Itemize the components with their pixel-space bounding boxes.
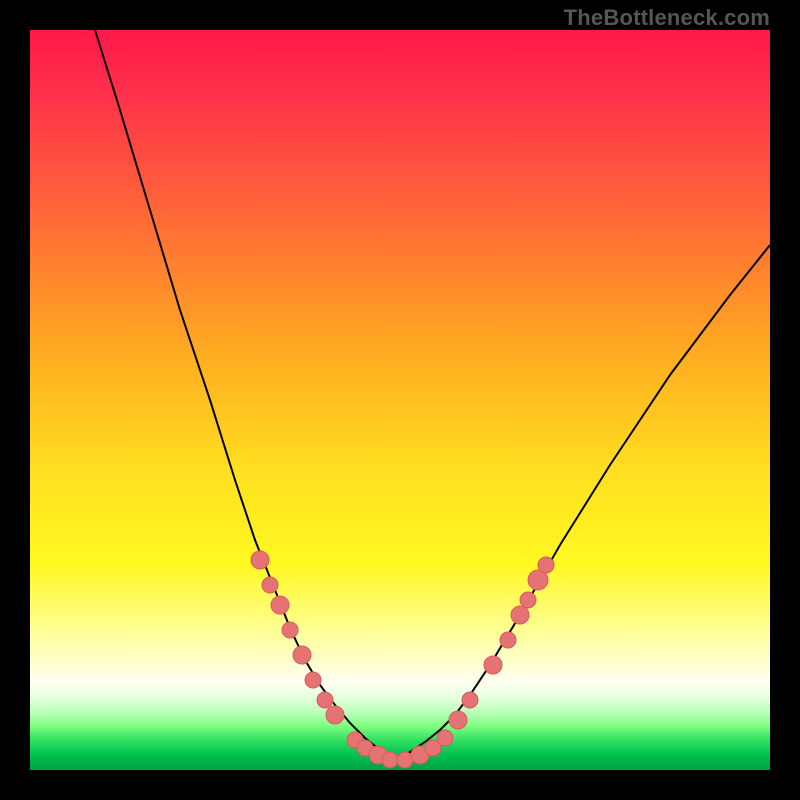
data-marker (293, 646, 311, 664)
right-curve (395, 245, 770, 760)
data-marker (484, 656, 502, 674)
watermark-text: TheBottleneck.com (564, 5, 770, 31)
marker-group (251, 551, 554, 768)
plot-area (30, 30, 770, 770)
data-marker (511, 606, 529, 624)
data-marker (282, 622, 298, 638)
data-marker (437, 730, 453, 746)
data-marker (271, 596, 289, 614)
data-marker (449, 711, 467, 729)
data-marker (538, 557, 554, 573)
data-marker (251, 551, 269, 569)
data-marker (500, 632, 516, 648)
data-marker (326, 706, 344, 724)
curve-layer (30, 30, 770, 770)
data-marker (317, 692, 333, 708)
data-marker (520, 592, 536, 608)
data-marker (262, 577, 278, 593)
data-marker (462, 692, 478, 708)
data-marker (305, 672, 321, 688)
left-curve (95, 30, 395, 760)
data-marker (382, 752, 398, 768)
chart-frame: TheBottleneck.com (0, 0, 800, 800)
